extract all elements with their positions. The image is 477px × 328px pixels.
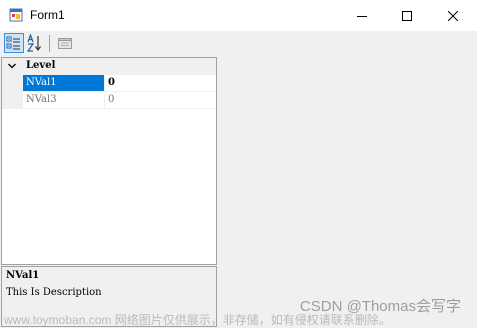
- column-divider[interactable]: [104, 75, 105, 92]
- description-title: NVal1: [6, 270, 40, 281]
- categorized-icon: [6, 36, 20, 50]
- alphabetical-button[interactable]: [25, 33, 45, 53]
- property-pages-icon: [58, 38, 72, 49]
- row-divider: [23, 108, 216, 109]
- property-grid: Level NVal1 0 NVal3 0 NVal1 This Is Desc…: [1, 31, 217, 327]
- minimize-button[interactable]: [339, 0, 385, 31]
- window-title: Form1: [30, 8, 65, 22]
- title-bar[interactable]: Form1: [0, 0, 477, 31]
- property-row-nval3[interactable]: NVal3 0: [2, 92, 216, 109]
- description-text: This Is Description: [6, 287, 102, 298]
- property-value[interactable]: 0: [108, 75, 115, 91]
- close-icon: [448, 10, 458, 21]
- maximize-button[interactable]: [384, 0, 430, 31]
- category-row-level[interactable]: Level: [2, 58, 216, 75]
- column-divider[interactable]: [104, 92, 105, 109]
- form1-window: Form1 Level NVal1 0 NVal3 0 NVal1 This I…: [0, 0, 477, 327]
- site-watermark: www.toymoban.com 网络图片仅供展示，非存储，如有侵权请联系删除。: [4, 313, 391, 327]
- alphabetical-sort-icon: [26, 34, 41, 52]
- property-row-nval1[interactable]: NVal1 0: [2, 75, 216, 92]
- minimize-icon: [357, 15, 367, 17]
- category-label: Level: [26, 60, 56, 71]
- row-margin: [2, 75, 23, 92]
- categorized-button[interactable]: [4, 33, 24, 53]
- app-icon: [9, 8, 23, 22]
- maximize-icon: [402, 10, 412, 21]
- property-list: Level NVal1 0 NVal3 0: [1, 57, 217, 265]
- property-name[interactable]: NVal3: [23, 92, 104, 108]
- property-pages-button[interactable]: [55, 33, 75, 53]
- close-button[interactable]: [430, 0, 476, 31]
- property-name[interactable]: NVal1: [23, 75, 104, 91]
- toolbar-separator: [49, 35, 50, 52]
- property-grid-toolbar: [1, 31, 217, 56]
- property-value[interactable]: 0: [108, 92, 114, 108]
- chevron-down-icon[interactable]: [6, 60, 18, 72]
- row-margin: [2, 92, 23, 109]
